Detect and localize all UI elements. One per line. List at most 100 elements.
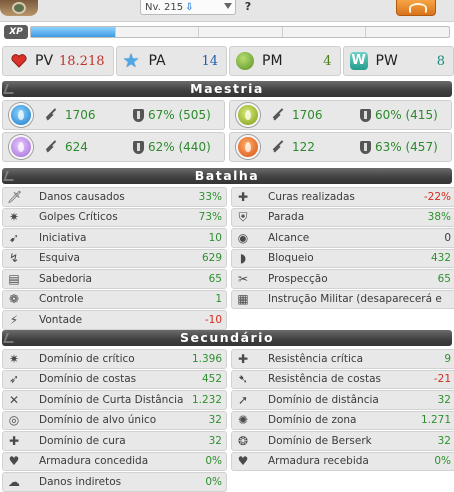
help-icon[interactable]: ? bbox=[242, 0, 254, 15]
stat-row: ✚ Domínio de cura 32 bbox=[2, 431, 227, 451]
stat-row: ◗ Bloqueio 432 bbox=[231, 248, 454, 268]
section-header-battle[interactable]: Batalha bbox=[2, 168, 452, 184]
stat-value: 32 bbox=[208, 414, 222, 427]
sword-icon bbox=[43, 107, 59, 123]
stat-row: ✚ Curas realizadas -22% bbox=[231, 187, 454, 207]
secondary-stats: ✷ Domínio de crítico 1.396 ✚ Resistência crí… bbox=[2, 349, 454, 492]
shield-icon bbox=[133, 140, 144, 154]
stat-label: Golpes Críticos bbox=[39, 211, 118, 224]
crit-resist-icon: ✚ bbox=[237, 351, 249, 366]
stat-label: Armadura recebida bbox=[268, 455, 369, 468]
stat-value: 452 bbox=[201, 373, 222, 386]
stat-value: 32 bbox=[437, 434, 451, 447]
stat-row: ◎ Domínio de alvo único 32 bbox=[2, 410, 227, 430]
stat-row: ▦ Instrução Militar (desaparecerá e bbox=[231, 289, 454, 309]
xp-bar: XP bbox=[4, 25, 450, 39]
shield-icon: ⛨ bbox=[238, 210, 248, 225]
fire-element-icon bbox=[236, 135, 260, 159]
stat-row: ☁ Danos indiretos 0% bbox=[2, 472, 227, 492]
melee-icon: ✕ bbox=[8, 392, 20, 407]
avatar[interactable] bbox=[0, 0, 38, 16]
stat-row: ✚ Resistência crítica 9 bbox=[231, 349, 454, 369]
berserk-icon: ❂ bbox=[237, 433, 249, 448]
orange-action-button[interactable] bbox=[396, 0, 436, 16]
stat-value: 9 bbox=[444, 352, 451, 365]
stat-label: Esquiva bbox=[39, 252, 80, 265]
resistance-value: 67% (505) bbox=[148, 108, 211, 122]
section-title: Maestria bbox=[190, 81, 264, 96]
area-icon: ✺ bbox=[237, 413, 249, 428]
main-stat-value: 18.218 bbox=[59, 53, 105, 69]
chevron-down-icon bbox=[224, 3, 232, 9]
stat-label: Domínio de zona bbox=[268, 414, 357, 427]
main-stat-pa: ★ PA 14 bbox=[115, 46, 227, 76]
level-label: Nv. 215 bbox=[145, 1, 184, 13]
stat-row: ↯ Esquiva 629 bbox=[2, 248, 227, 268]
xp-segment-divider bbox=[114, 27, 116, 37]
stat-row: ➹ Iniciativa 10 bbox=[2, 228, 227, 248]
eye-icon: ◉ bbox=[237, 230, 249, 245]
stat-value: 10 bbox=[208, 231, 222, 244]
stat-row: ✷ Golpes Críticos 73% bbox=[2, 207, 227, 227]
stat-row: ♥ Armadura recebida 0% bbox=[231, 451, 454, 471]
earth-element-icon bbox=[236, 103, 260, 127]
resistance-value: 62% (440) bbox=[148, 140, 211, 154]
stat-value: 1.232 bbox=[191, 393, 222, 406]
stat-value: 629 bbox=[201, 252, 222, 265]
stat-row: ➶ Domínio de costas 452 bbox=[2, 369, 227, 389]
stat-value: -21 bbox=[433, 373, 451, 386]
water-element-icon bbox=[9, 103, 33, 127]
heal-icon: ✚ bbox=[237, 189, 249, 204]
paw-icon: ❁ bbox=[8, 292, 20, 307]
stat-label: Sabedoria bbox=[39, 272, 92, 285]
section-title: Secundário bbox=[179, 330, 275, 345]
level-select[interactable]: Nv. 215 ⇩ bbox=[140, 0, 236, 15]
stat-value: 65 bbox=[208, 272, 222, 285]
sword-icon: 🗡 bbox=[7, 189, 23, 204]
stat-label: Danos causados bbox=[39, 190, 125, 203]
stat-row: ▤ Sabedoria 65 bbox=[2, 269, 227, 289]
mastery-value: 122 bbox=[292, 140, 315, 154]
stat-row: ➷ Resistência de costas -21 bbox=[231, 369, 454, 389]
stat-label: Bloqueio bbox=[268, 252, 314, 265]
book-icon: ▤ bbox=[8, 271, 20, 286]
crit-mastery-icon: ✷ bbox=[8, 351, 20, 366]
xp-segment-divider bbox=[281, 27, 283, 37]
stat-label: Parada bbox=[268, 211, 305, 224]
section-header-secondary[interactable]: Secundário bbox=[2, 330, 452, 346]
sword-icon bbox=[270, 107, 286, 123]
main-stat-pv: PV 18.218 bbox=[2, 46, 114, 76]
stat-label: Domínio de costas bbox=[39, 373, 137, 386]
section-header-mastery[interactable]: Maestria bbox=[2, 81, 452, 97]
stat-label: Domínio de crítico bbox=[39, 352, 135, 365]
mastery-cell-earth: 1706 60% (415) bbox=[229, 100, 452, 130]
rear-mastery-icon: ➶ bbox=[8, 372, 20, 387]
stat-label: Domínio de distância bbox=[268, 393, 379, 406]
stat-value: 38% bbox=[427, 211, 451, 224]
stat-label: Domínio de Curta Distância bbox=[39, 393, 184, 406]
mastery-cell-fire: 122 63% (457) bbox=[229, 132, 452, 162]
collapse-icon bbox=[3, 333, 17, 343]
stat-label: Vontade bbox=[39, 313, 83, 326]
xp-segment-divider bbox=[365, 27, 367, 37]
wakfu-icon: W bbox=[349, 52, 368, 70]
main-stat-pw: W PW 8 bbox=[342, 46, 454, 76]
sword-icon bbox=[43, 139, 59, 155]
stat-label: Prospecção bbox=[268, 272, 328, 285]
indirect-icon: ☁ bbox=[8, 474, 20, 489]
distance-icon: ➚ bbox=[237, 392, 249, 407]
mastery-value: 624 bbox=[65, 140, 88, 154]
critical-icon: ✷ bbox=[8, 210, 20, 225]
stat-row: ➚ Domínio de distância 32 bbox=[231, 390, 454, 410]
mastery-cell-water: 1706 67% (505) bbox=[2, 100, 225, 130]
main-stat-label: PM bbox=[262, 53, 283, 69]
stat-label: Domínio de Berserk bbox=[268, 434, 372, 447]
initiative-icon: ➹ bbox=[8, 230, 20, 245]
stat-label: Danos indiretos bbox=[39, 475, 122, 488]
stat-value: -10 bbox=[204, 313, 222, 326]
stat-label: Resistência de costas bbox=[268, 373, 381, 386]
stat-value: 65 bbox=[437, 272, 451, 285]
stat-row: ✕ Domínio de Curta Distância 1.232 bbox=[2, 390, 227, 410]
stat-row: ✷ Domínio de crítico 1.396 bbox=[2, 349, 227, 369]
mastery-grid: 1706 67% (505) 1706 60% (415) 624 62% (4… bbox=[2, 100, 452, 162]
